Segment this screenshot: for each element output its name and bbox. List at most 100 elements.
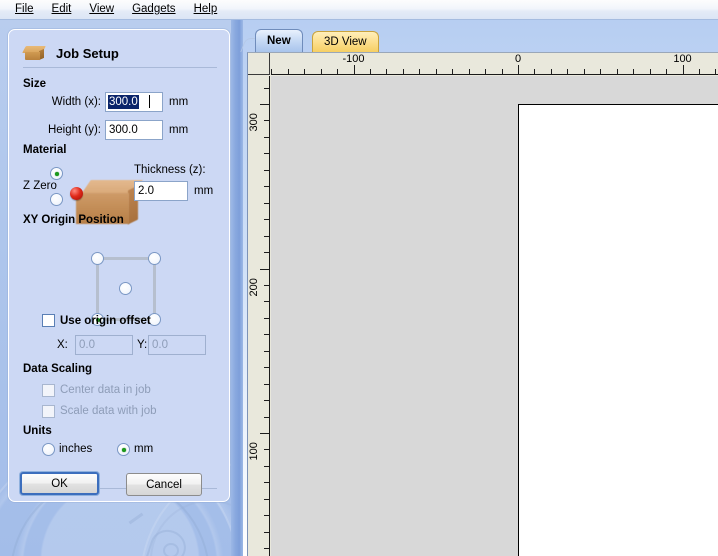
origin-node-center[interactable]: [119, 282, 132, 295]
scale-data-label: Scale data with job: [60, 405, 157, 417]
ruler-tick: [260, 433, 269, 434]
scale-data-checkbox[interactable]: [42, 405, 55, 418]
origin-node-top-right[interactable]: [148, 252, 161, 265]
job-setup-panel: Job Setup Size Width (x): 300.0 mm Heigh…: [8, 29, 230, 502]
ruler-tick: [264, 219, 269, 221]
offset-x-input[interactable]: [75, 335, 133, 355]
ruler-tick: [682, 65, 684, 74]
units-mm-radio[interactable]: [117, 443, 130, 456]
units-inches-label: inches: [59, 443, 93, 455]
ruler-tick: [583, 69, 585, 74]
ruler-tick: [264, 334, 269, 336]
zzero-top-radio[interactable]: [50, 167, 63, 180]
ruler-tick: [419, 69, 421, 74]
job-sheet[interactable]: [518, 104, 718, 556]
panel-title-row: Job Setup: [22, 41, 219, 65]
ruler-tick: [264, 186, 269, 188]
decorative-swirl: [163, 543, 179, 556]
ruler-tick: [287, 69, 289, 74]
ruler-tick: [264, 515, 269, 517]
menu-bar: File Edit View Gadgets Help: [0, 0, 718, 20]
ruler-tick: [264, 169, 269, 171]
ok-button[interactable]: OK: [20, 472, 99, 495]
zzero-label: Z Zero: [23, 180, 57, 192]
ruler-tick: [264, 252, 269, 254]
center-data-checkbox[interactable]: [42, 384, 55, 397]
ruler-tick: [264, 87, 269, 89]
ruler-tick: [264, 317, 269, 319]
canvas-frame: -100 0 100 100 200 300: [247, 52, 718, 556]
tab-strip: New 3D View: [240, 20, 718, 52]
page-title: Job Setup: [56, 45, 119, 61]
ruler-tick: [260, 268, 269, 270]
ruler-tick: [633, 69, 635, 74]
ruler-tick: [435, 69, 437, 74]
box-icon: [22, 44, 46, 62]
width-label: Width (x):: [51, 96, 101, 108]
menu-view[interactable]: View: [80, 1, 123, 18]
ruler-tick: [600, 69, 602, 74]
horizontal-ruler[interactable]: -100 0 100: [271, 53, 718, 75]
menu-edit[interactable]: Edit: [43, 1, 81, 18]
ruler-tick: [264, 153, 269, 155]
ruler-tick: [304, 69, 306, 74]
ruler-tick: [369, 69, 371, 74]
origin-node-top-left[interactable]: [91, 252, 104, 265]
units-heading: Units: [23, 425, 52, 437]
ruler-tick: [264, 531, 269, 533]
width-input[interactable]: [105, 92, 163, 112]
ruler-tick: [353, 65, 355, 74]
ruler-label: -100: [342, 53, 365, 65]
units-inches-radio[interactable]: [42, 443, 55, 456]
ruler-tick: [485, 69, 487, 74]
data-scaling-heading: Data Scaling: [23, 363, 93, 375]
ruler-tick: [264, 235, 269, 237]
ruler-corner: [248, 53, 270, 75]
ruler-tick: [264, 120, 269, 122]
ruler-tick: [264, 136, 269, 138]
ruler-tick: [468, 69, 470, 74]
ruler-tick: [264, 449, 269, 451]
ruler-tick: [264, 548, 269, 550]
menu-help[interactable]: Help: [185, 1, 227, 18]
thickness-label: Thickness (z):: [134, 164, 206, 176]
ruler-tick: [402, 69, 404, 74]
tab-new[interactable]: New: [255, 29, 303, 52]
design-canvas[interactable]: [271, 76, 718, 556]
ruler-tick: [264, 301, 269, 303]
ruler-label: 300: [248, 113, 260, 132]
ruler-tick: [264, 400, 269, 402]
ruler-label: 200: [248, 277, 260, 297]
origin-grid-line: [96, 258, 99, 319]
ruler-tick: [271, 69, 273, 74]
ruler-tick: [616, 69, 618, 74]
zzero-bottom-radio[interactable]: [50, 193, 63, 206]
ruler-label: 0: [514, 53, 522, 65]
height-input[interactable]: [105, 120, 163, 140]
tab-3d-view[interactable]: 3D View: [312, 31, 379, 52]
menu-gadgets-label: Gadgets: [132, 3, 176, 15]
width-unit: mm: [169, 96, 189, 108]
offset-y-input[interactable]: [148, 335, 206, 355]
thickness-input[interactable]: [134, 181, 188, 201]
menu-file[interactable]: File: [6, 1, 43, 18]
ruler-tick: [550, 69, 552, 74]
height-unit: mm: [169, 124, 189, 136]
title-divider: [23, 67, 217, 68]
panel-right-edge-strip: [231, 20, 243, 556]
menu-gadgets[interactable]: Gadgets: [123, 1, 184, 18]
menu-view-label: View: [89, 3, 115, 15]
ruler-tick: [264, 416, 269, 418]
use-origin-offset-label: Use origin offset: [60, 315, 151, 327]
ruler-tick: [337, 69, 339, 74]
cancel-button[interactable]: Cancel: [126, 473, 202, 496]
origin-grid-line: [153, 258, 156, 319]
use-origin-offset-checkbox[interactable]: [42, 314, 55, 327]
ruler-tick: [260, 104, 269, 105]
material-section-heading: Material: [23, 144, 67, 156]
ruler-tick: [264, 284, 269, 286]
center-data-label: Center data in job: [60, 384, 151, 396]
ruler-tick: [698, 69, 700, 74]
vertical-ruler[interactable]: 100 200 300: [248, 76, 270, 556]
offset-y-label: Y:: [137, 339, 148, 351]
